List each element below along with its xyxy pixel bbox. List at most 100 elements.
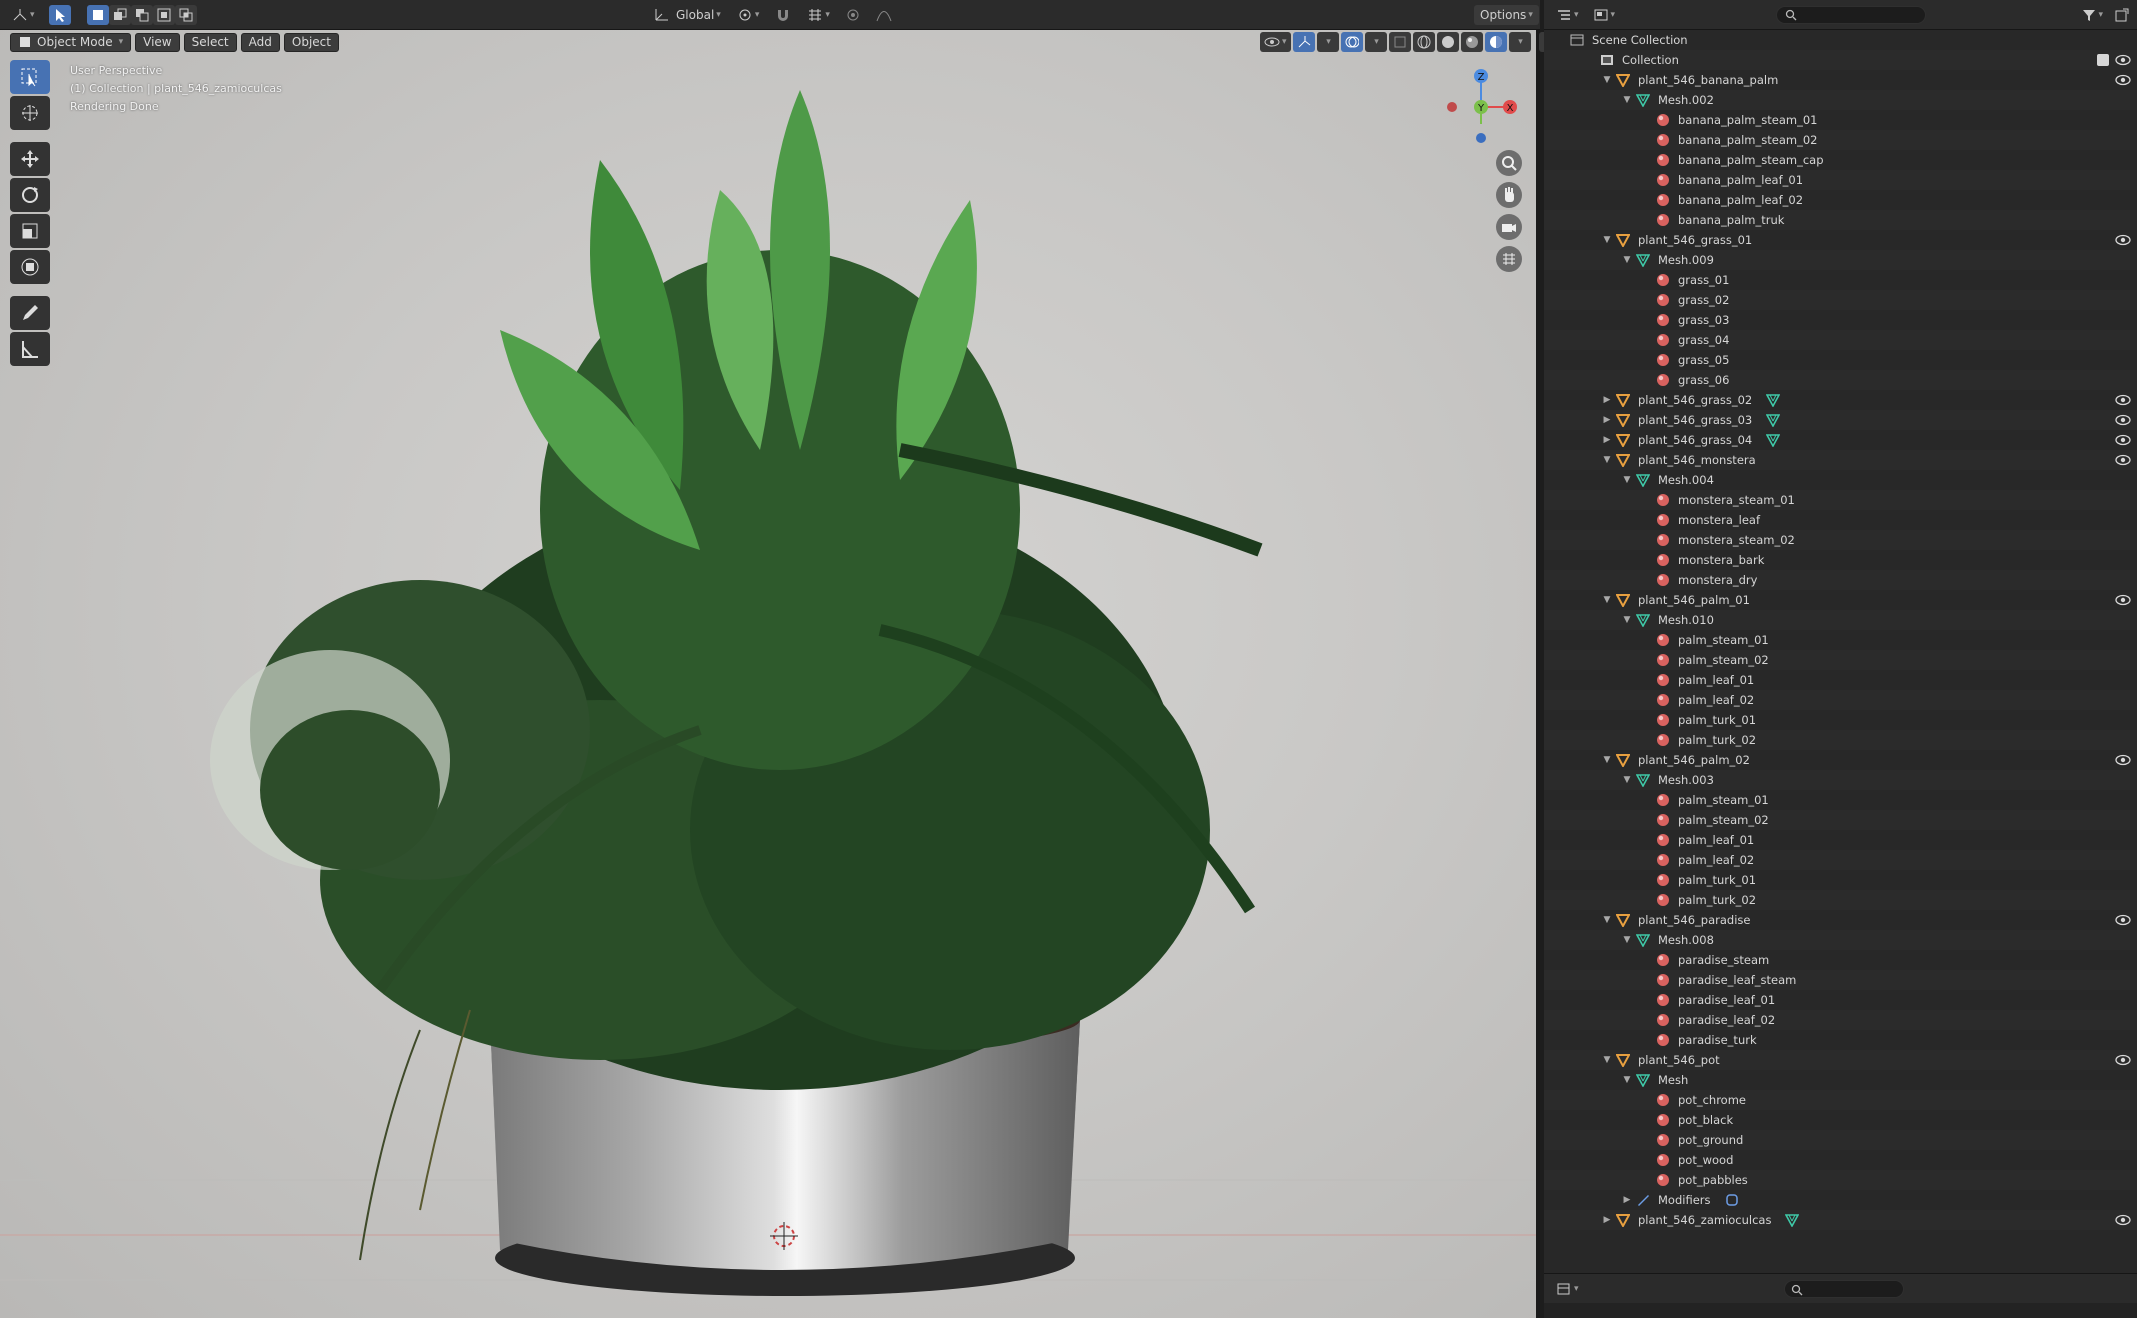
outliner-row-mesh[interactable]: ▼ Mesh (1544, 1070, 2137, 1090)
outliner-row-material[interactable]: paradise_leaf_steam (1544, 970, 2137, 990)
transform-orientation-dropdown[interactable]: Global ▾ (650, 5, 725, 25)
outliner-row-material[interactable]: palm_steam_01 (1544, 790, 2137, 810)
cursor-tool[interactable] (10, 96, 50, 130)
collapse-arrow-icon[interactable]: ▼ (1620, 775, 1634, 785)
outliner-row-material[interactable]: palm_turk_01 (1544, 870, 2137, 890)
outliner-row-material[interactable]: palm_leaf_02 (1544, 690, 2137, 710)
outliner-row-material[interactable]: grass_06 (1544, 370, 2137, 390)
outliner-row-material[interactable]: grass_02 (1544, 290, 2137, 310)
collapse-arrow-icon[interactable]: ▼ (1600, 1055, 1614, 1065)
pivot-point-dropdown[interactable]: ▾ (733, 5, 764, 25)
outliner-row-material[interactable]: banana_palm_steam_01 (1544, 110, 2137, 130)
eye-icon[interactable] (2115, 1052, 2131, 1068)
outliner-row-material[interactable]: pot_pabbles (1544, 1170, 2137, 1190)
solid-shading-button[interactable] (1436, 32, 1459, 52)
eye-icon[interactable] (2115, 592, 2131, 608)
outliner-row-object[interactable]: ▼ plant_546_paradise (1544, 910, 2137, 930)
collapse-arrow-icon[interactable]: ▼ (1600, 235, 1614, 245)
collapse-arrow-icon[interactable]: ▼ (1600, 755, 1614, 765)
properties-search-input[interactable] (1784, 1280, 1904, 1298)
annotate-tool[interactable] (10, 296, 50, 330)
outliner-row-mesh[interactable]: ▼ Mesh.009 (1544, 250, 2137, 270)
outliner-row-mesh[interactable]: ▼ Mesh.008 (1544, 930, 2137, 950)
collapse-arrow-icon[interactable]: ▼ (1620, 1075, 1634, 1085)
eye-icon[interactable] (2115, 72, 2131, 88)
select-menu[interactable]: Select (183, 32, 237, 52)
snap-toggle[interactable] (771, 5, 795, 25)
outliner-row-material[interactable]: palm_leaf_02 (1544, 850, 2137, 870)
outliner-row-object[interactable]: ▼ plant_546_banana_palm (1544, 70, 2137, 90)
outliner-row-object[interactable]: ▼ plant_546_grass_01 (1544, 230, 2137, 250)
outliner-row-object[interactable]: ▼ plant_546_palm_02 (1544, 750, 2137, 770)
eye-icon[interactable] (2115, 392, 2131, 408)
outliner-row-material[interactable]: pot_chrome (1544, 1090, 2137, 1110)
view-menu[interactable]: View (135, 32, 180, 52)
options-dropdown[interactable]: Options ▾ (1474, 5, 1539, 25)
ortho-toggle-button[interactable] (1496, 246, 1522, 272)
outliner-row-material[interactable]: monstera_steam_01 (1544, 490, 2137, 510)
outliner-row-material[interactable]: paradise_leaf_01 (1544, 990, 2137, 1010)
outliner-row-object[interactable]: ▼ plant_546_monstera (1544, 450, 2137, 470)
collapse-arrow-icon[interactable]: ▼ (1600, 75, 1614, 85)
visibility-dropdown[interactable]: ▾ (1260, 32, 1291, 52)
filter-dropdown[interactable]: ▾ (2078, 5, 2107, 25)
outliner-row-material[interactable]: palm_turk_02 (1544, 730, 2137, 750)
material-shading-button[interactable] (1460, 32, 1483, 52)
outliner-row-object[interactable]: ▼ plant_546_palm_01 (1544, 590, 2137, 610)
outliner-row-material[interactable]: banana_palm_steam_cap (1544, 150, 2137, 170)
overlays-dropdown[interactable]: ▾ (1364, 32, 1387, 52)
expand-arrow-icon[interactable]: ▶ (1600, 395, 1614, 405)
zoom-button[interactable] (1496, 150, 1522, 176)
collapse-arrow-icon[interactable]: ▼ (1620, 475, 1634, 485)
outliner-row-material[interactable]: palm_leaf_01 (1544, 830, 2137, 850)
outliner-editor-type-button[interactable]: ▾ (1552, 5, 1583, 25)
expand-arrow-icon[interactable]: ▶ (1600, 415, 1614, 425)
outliner-row-object[interactable]: ▶ plant_546_grass_04 (1544, 430, 2137, 450)
outliner-row-material[interactable]: monstera_dry (1544, 570, 2137, 590)
outliner-row-material[interactable]: paradise_steam (1544, 950, 2137, 970)
3d-viewport[interactable]: User Perspective (1) Collection | plant_… (0, 30, 1540, 1318)
eye-icon[interactable] (2115, 912, 2131, 928)
outliner-row-material[interactable]: palm_steam_02 (1544, 810, 2137, 830)
outliner-row-object[interactable]: ▶ plant_546_zamioculcas (1544, 1210, 2137, 1230)
falloff-dropdown[interactable] (872, 5, 896, 25)
eye-icon[interactable] (2115, 52, 2131, 68)
outliner-row-material[interactable]: monstera_leaf (1544, 510, 2137, 530)
expand-arrow-icon[interactable]: ▶ (1600, 435, 1614, 445)
outliner-row-material[interactable]: banana_palm_truk (1544, 210, 2137, 230)
pan-button[interactable] (1496, 182, 1522, 208)
outliner-row-material[interactable]: palm_turk_02 (1544, 890, 2137, 910)
display-mode-dropdown[interactable]: ▾ (1589, 5, 1620, 25)
transform-tool[interactable] (10, 250, 50, 284)
outliner-row-material[interactable]: monstera_bark (1544, 550, 2137, 570)
select-box-tool[interactable] (10, 60, 50, 94)
outliner-row-modifier[interactable]: ▶ Modifiers (1544, 1190, 2137, 1210)
collapse-arrow-icon[interactable]: ▼ (1620, 255, 1634, 265)
outliner-row-material[interactable]: paradise_turk (1544, 1030, 2137, 1050)
outliner-row-material[interactable]: grass_05 (1544, 350, 2137, 370)
outliner-row-material[interactable]: pot_wood (1544, 1150, 2137, 1170)
outliner-row-object[interactable]: ▶ plant_546_grass_03 (1544, 410, 2137, 430)
outliner-row-object[interactable]: ▶ plant_546_grass_02 (1544, 390, 2137, 410)
outliner-row-material[interactable]: palm_steam_01 (1544, 630, 2137, 650)
eye-icon[interactable] (2115, 752, 2131, 768)
outliner-row-material[interactable]: grass_04 (1544, 330, 2137, 350)
eye-icon[interactable] (2115, 412, 2131, 428)
exclude-checkbox[interactable] (2097, 54, 2109, 66)
proportional-edit-toggle[interactable] (842, 5, 864, 25)
eye-icon[interactable] (2115, 232, 2131, 248)
properties-editor-type-button[interactable]: ▾ (1552, 1279, 1583, 1299)
outliner-row-mesh[interactable]: ▼ Mesh.003 (1544, 770, 2137, 790)
outliner-row-material[interactable]: pot_ground (1544, 1130, 2137, 1150)
camera-view-button[interactable] (1496, 214, 1522, 240)
collapse-arrow-icon[interactable]: ▼ (1620, 95, 1634, 105)
object-menu[interactable]: Object (283, 32, 339, 52)
outliner-row-material[interactable]: palm_steam_02 (1544, 650, 2137, 670)
select-subtract-button[interactable] (130, 4, 153, 25)
outliner-row-collection[interactable]: Collection (1544, 50, 2137, 70)
overlays-toggle[interactable] (1340, 32, 1363, 52)
collapse-arrow-icon[interactable]: ▼ (1600, 595, 1614, 605)
select-invert-button[interactable] (152, 4, 175, 25)
outliner-row-mesh[interactable]: ▼ Mesh.002 (1544, 90, 2137, 110)
outliner-row-material[interactable]: banana_palm_steam_02 (1544, 130, 2137, 150)
